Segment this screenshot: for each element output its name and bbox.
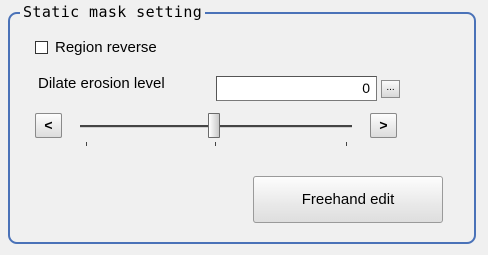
slider-increment-button[interactable]: > <box>370 113 397 138</box>
region-reverse-label[interactable]: Region reverse <box>55 39 157 56</box>
region-reverse-checkbox[interactable] <box>35 40 48 54</box>
slider-decrement-button[interactable]: < <box>35 113 62 138</box>
dilate-erosion-input[interactable]: 0 <box>216 76 377 101</box>
slider-tick <box>215 142 216 146</box>
slider-tick <box>86 142 87 146</box>
dilate-erosion-browse-button[interactable]: ... <box>381 80 400 98</box>
slider-thumb[interactable] <box>208 113 220 138</box>
freehand-edit-button[interactable]: Freehand edit <box>253 176 443 223</box>
dilate-erosion-label: Dilate erosion level <box>38 75 165 92</box>
region-reverse-row[interactable]: Region reverse <box>35 38 157 56</box>
slider-tick <box>346 142 347 146</box>
group-title: Static mask setting <box>20 4 206 21</box>
